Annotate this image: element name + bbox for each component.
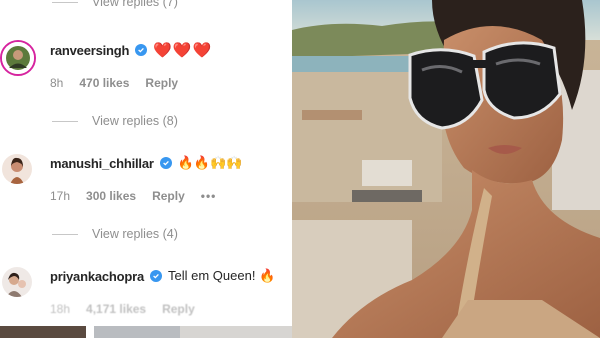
comment-line: manushi_chhillar 🔥🔥🙌🙌 [50, 155, 242, 171]
avatar[interactable] [2, 154, 32, 184]
comment-text: Tell em Queen! 🔥 [168, 268, 276, 283]
username[interactable]: ranveersingh [50, 43, 129, 58]
view-replies-row[interactable]: View replies (4) [52, 226, 178, 242]
comment-meta: 8h 470 likes Reply [50, 76, 178, 90]
reply-button[interactable]: Reply [145, 76, 178, 90]
reply-button[interactable]: Reply [162, 302, 195, 316]
avatar-image [2, 154, 32, 184]
avatar-image [2, 267, 32, 297]
comments-panel: View replies (7) ranveersingh ❤️❤️❤️ 8h … [0, 0, 292, 338]
divider-dash [52, 120, 78, 122]
comment-likes[interactable]: 300 likes [86, 189, 136, 203]
comment-line: priyankachopra Tell em Queen! 🔥 [50, 268, 275, 284]
view-replies-top[interactable]: View replies (7) [52, 0, 178, 10]
view-replies-label[interactable]: View replies (8) [92, 114, 178, 128]
verified-badge-icon [135, 44, 148, 56]
comment-time: 8h [50, 76, 64, 90]
comment-time: 18h [50, 302, 71, 316]
verified-badge-icon [159, 157, 172, 169]
comment-likes[interactable]: 4,171 likes [86, 302, 146, 316]
comment-text: 🔥🔥🙌🙌 [177, 155, 243, 170]
divider-dash [52, 1, 78, 3]
comment-meta: 18h 4,171 likes Reply [50, 302, 195, 316]
post-photo [292, 0, 600, 338]
view-replies-label[interactable]: View replies (7) [92, 0, 178, 9]
verified-badge-icon [150, 270, 163, 282]
avatar[interactable] [0, 40, 36, 76]
comment-likes[interactable]: 470 likes [79, 76, 129, 90]
avatar-image [2, 42, 34, 74]
comment-time: 17h [50, 189, 71, 203]
view-replies-row[interactable]: View replies (8) [52, 113, 178, 129]
avatar[interactable] [2, 267, 32, 297]
more-options-icon[interactable]: ••• [201, 189, 217, 203]
username[interactable]: manushi_chhillar [50, 156, 154, 171]
comment-text: ❤️❤️❤️ [153, 42, 213, 59]
divider-dash [52, 233, 78, 235]
view-replies-label[interactable]: View replies (4) [92, 227, 178, 241]
username[interactable]: priyankachopra [50, 269, 144, 284]
reply-button[interactable]: Reply [152, 189, 185, 203]
comment-meta: 17h 300 likes Reply ••• [50, 189, 216, 203]
comment-line: ranveersingh ❤️❤️❤️ [50, 41, 212, 59]
next-post-thumbnails [0, 326, 292, 338]
